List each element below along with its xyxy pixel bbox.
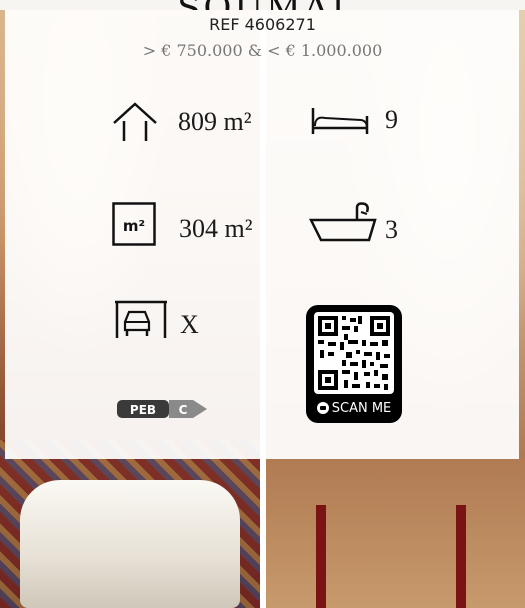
bedrooms-value: 9 xyxy=(385,105,398,134)
m2-area-icon: m² xyxy=(112,202,156,246)
qr-code-pattern xyxy=(318,316,390,390)
white-sofa xyxy=(20,480,240,608)
info-panel xyxy=(5,10,519,459)
house-icon xyxy=(113,102,157,141)
qr-code[interactable] xyxy=(314,312,394,394)
reference-number: REF 4606271 xyxy=(209,15,316,34)
table-leg xyxy=(456,505,466,608)
camera-icon xyxy=(316,402,329,414)
living-area-value: 809 m² xyxy=(178,107,252,136)
bathrooms-value: 3 xyxy=(385,215,398,244)
garage-icon xyxy=(115,300,167,338)
svg-text:m²: m² xyxy=(123,217,145,235)
peb-energy-label: PEB C xyxy=(117,400,207,418)
peb-rating-text: C xyxy=(179,403,188,417)
land-area-value: 304 m² xyxy=(179,214,253,243)
peb-label-text: PEB xyxy=(130,403,156,417)
bed-icon xyxy=(311,108,369,134)
price-range: > € 750.000 & < € 1.000.000 xyxy=(142,41,383,60)
qr-code-card[interactable]: SCAN ME xyxy=(306,305,402,423)
bathtub-icon xyxy=(309,202,377,242)
scan-me-text: SCAN ME xyxy=(331,401,392,416)
garage-value: X xyxy=(180,310,199,339)
table-leg xyxy=(316,505,326,608)
scan-me-label[interactable]: SCAN ME xyxy=(306,401,402,419)
listing-heading: SOUMAI xyxy=(0,0,525,10)
